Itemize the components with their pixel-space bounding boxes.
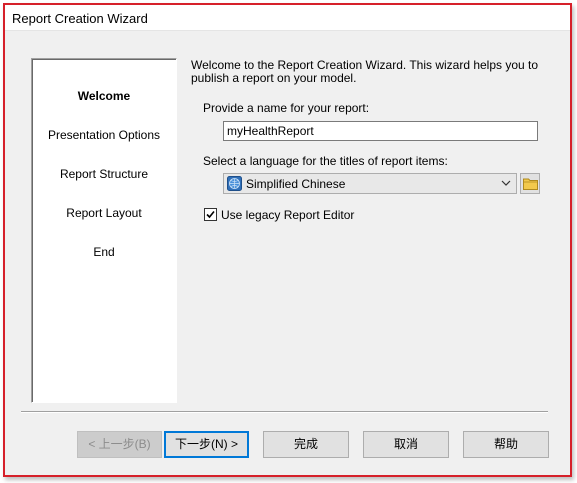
- step-presentation-options: Presentation Options: [47, 128, 161, 142]
- back-button[interactable]: < 上一步(B): [77, 431, 162, 458]
- globe-icon: [227, 176, 242, 191]
- finish-button[interactable]: 完成: [263, 431, 349, 458]
- checkmark-icon: [206, 210, 215, 219]
- language-select-value: Simplified Chinese: [246, 177, 346, 191]
- help-button[interactable]: 帮助: [463, 431, 549, 458]
- next-button[interactable]: 下一步(N) >: [164, 431, 249, 458]
- language-label: Select a language for the titles of repo…: [203, 154, 448, 168]
- footer-separator: [21, 411, 548, 413]
- wizard-steps-panel: Welcome Presentation Options Report Stru…: [31, 58, 177, 403]
- cancel-button[interactable]: 取消: [363, 431, 449, 458]
- step-report-layout: Report Layout: [66, 206, 142, 220]
- wizard-window: Report Creation Wizard Welcome Presentat…: [3, 3, 572, 477]
- step-welcome: Welcome: [77, 89, 131, 103]
- chevron-down-icon: [501, 180, 511, 186]
- report-name-label: Provide a name for your report:: [203, 101, 370, 115]
- welcome-message: Welcome to the Report Creation Wizard. T…: [191, 58, 539, 85]
- legacy-editor-label[interactable]: Use legacy Report Editor: [221, 208, 354, 222]
- browse-language-button[interactable]: [520, 173, 540, 194]
- legacy-editor-checkbox[interactable]: [204, 208, 217, 221]
- title-bar[interactable]: Report Creation Wizard: [5, 5, 570, 31]
- report-name-input[interactable]: [223, 121, 538, 141]
- step-end: End: [93, 245, 115, 259]
- language-select[interactable]: Simplified Chinese: [223, 173, 517, 194]
- window-title: Report Creation Wizard: [12, 11, 148, 26]
- step-report-structure: Report Structure: [59, 167, 149, 181]
- folder-icon: [523, 178, 538, 190]
